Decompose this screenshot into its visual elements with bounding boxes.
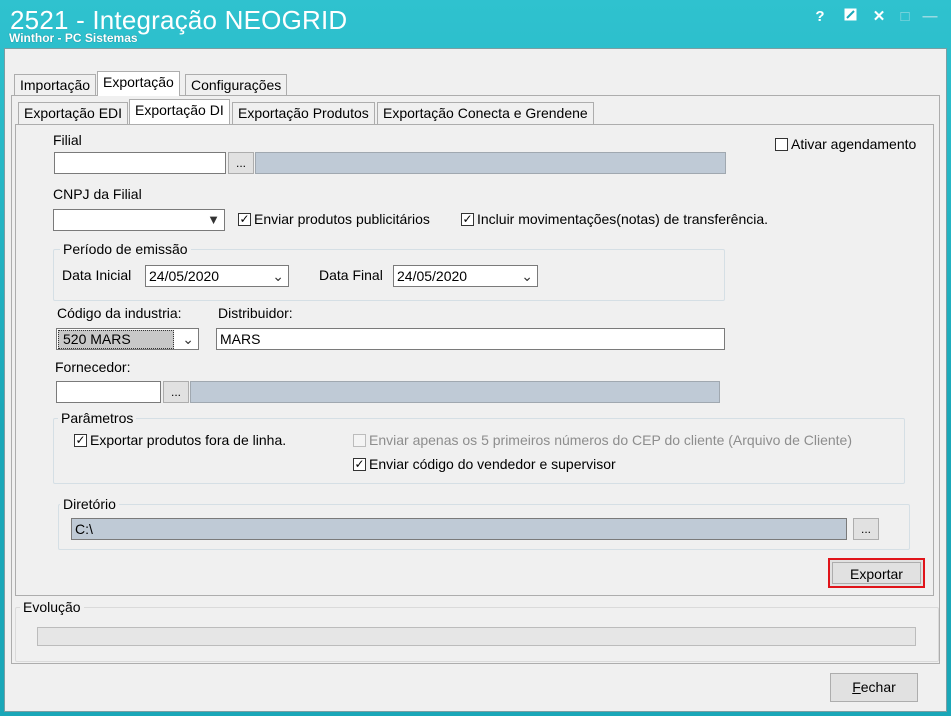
filial-label: Filial <box>53 132 82 148</box>
evolucao-progress-bar <box>37 627 916 646</box>
enviar-publicitarios-label: Enviar produtos publicitários <box>254 211 430 227</box>
fornecedor-input[interactable] <box>56 381 161 403</box>
chevron-down-icon: ▼ <box>207 212 220 227</box>
vendedor-supervisor-label: Enviar código do vendedor e supervisor <box>369 456 616 472</box>
parametros-title: Parâmetros <box>58 410 137 426</box>
maximize-icon: □ <box>900 8 910 25</box>
data-final-picker[interactable]: 24/05/2020 ⌄ <box>393 265 538 287</box>
chevron-down-icon: ⌄ <box>521 268 533 284</box>
exportar-button[interactable]: Exportar <box>832 562 921 584</box>
help-icon[interactable]: ? <box>808 6 832 28</box>
tab-importacao[interactable]: Importação <box>14 74 97 96</box>
tab-configuracoes[interactable]: Configurações <box>185 74 288 96</box>
exportacao-di-panel: Filial ... Ativar agendamento CNPJ da Fi… <box>15 124 934 596</box>
fora-de-linha-checkbox[interactable]: ✓ <box>74 434 87 447</box>
enviar-publicitarios-checkbox[interactable]: ✓ <box>238 213 251 226</box>
fora-de-linha-label: Exportar produtos fora de linha. <box>90 432 287 448</box>
diretorio-title: Diretório <box>60 496 119 512</box>
distribuidor-input[interactable]: MARS <box>216 328 725 350</box>
filial-description-field <box>255 152 726 174</box>
codigo-industria-value: 520 MARS <box>58 330 174 349</box>
chevron-down-icon: ⌄ <box>272 268 284 284</box>
data-inicial-label: Data Inicial <box>62 267 132 283</box>
diretorio-input[interactable]: C:\ <box>71 518 847 540</box>
cep-cliente-checkbox <box>353 434 366 447</box>
evolucao-title: Evolução <box>20 599 84 615</box>
vendedor-supervisor-checkbox[interactable]: ✓ <box>353 458 366 471</box>
cnpj-label: CNPJ da Filial <box>53 186 142 202</box>
cep-cliente-label: Enviar apenas os 5 primeiros números do … <box>369 432 852 448</box>
minimize-icon: — <box>922 8 938 25</box>
close-icon[interactable]: ✕ <box>867 6 891 28</box>
ativar-agendamento-checkbox[interactable] <box>775 138 788 151</box>
diretorio-browse-button[interactable]: ... <box>853 518 879 540</box>
client-area: Importação Exportação Configurações Expo… <box>4 48 947 712</box>
fornecedor-description-field <box>190 381 720 403</box>
fechar-label: echar <box>860 679 896 695</box>
edit-icon[interactable] <box>838 6 862 28</box>
tab-exportacao-conecta[interactable]: Exportação Conecta e Grendene <box>377 102 594 124</box>
window-subtitle: Winthor - PC Sistemas <box>9 31 138 45</box>
fechar-button[interactable]: Fechar <box>830 673 918 702</box>
app-window: 2521 - Integração NEOGRID Winthor - PC S… <box>0 0 951 716</box>
cnpj-dropdown[interactable]: ▼ <box>53 209 225 231</box>
incluir-transferencia-checkbox[interactable]: ✓ <box>461 213 474 226</box>
parametros-group <box>53 418 905 484</box>
fornecedor-label: Fornecedor: <box>55 359 131 375</box>
exportar-button-highlight[interactable]: Exportar <box>828 558 925 588</box>
incluir-transferencia-label: Incluir movimentações(notas) de transfer… <box>477 211 769 227</box>
tab-exportacao[interactable]: Exportação <box>97 71 180 96</box>
fornecedor-search-button[interactable]: ... <box>163 381 189 403</box>
tab-exportacao-edi[interactable]: Exportação EDI <box>18 102 129 124</box>
fechar-mnemonic: F <box>852 679 861 695</box>
chevron-down-icon: ⌄ <box>182 331 194 347</box>
ativar-agendamento-label: Ativar agendamento <box>791 136 917 152</box>
data-final-label: Data Final <box>319 267 383 283</box>
codigo-industria-dropdown[interactable]: 520 MARS ⌄ <box>56 328 199 350</box>
tab-exportacao-produtos[interactable]: Exportação Produtos <box>232 102 375 124</box>
exportacao-panel: Exportação EDI Exportação DI Exportação … <box>11 95 940 664</box>
filial-search-button[interactable]: ... <box>228 152 254 174</box>
distribuidor-label: Distribuidor: <box>218 305 293 321</box>
data-inicial-value: 24/05/2020 <box>149 268 220 284</box>
codigo-industria-label: Código da industria: <box>57 305 182 321</box>
data-final-value: 24/05/2020 <box>397 268 468 284</box>
filial-input[interactable] <box>54 152 226 174</box>
periodo-title: Período de emissão <box>60 241 191 257</box>
tab-exportacao-di[interactable]: Exportação DI <box>129 99 230 124</box>
data-inicial-picker[interactable]: 24/05/2020 ⌄ <box>145 265 289 287</box>
